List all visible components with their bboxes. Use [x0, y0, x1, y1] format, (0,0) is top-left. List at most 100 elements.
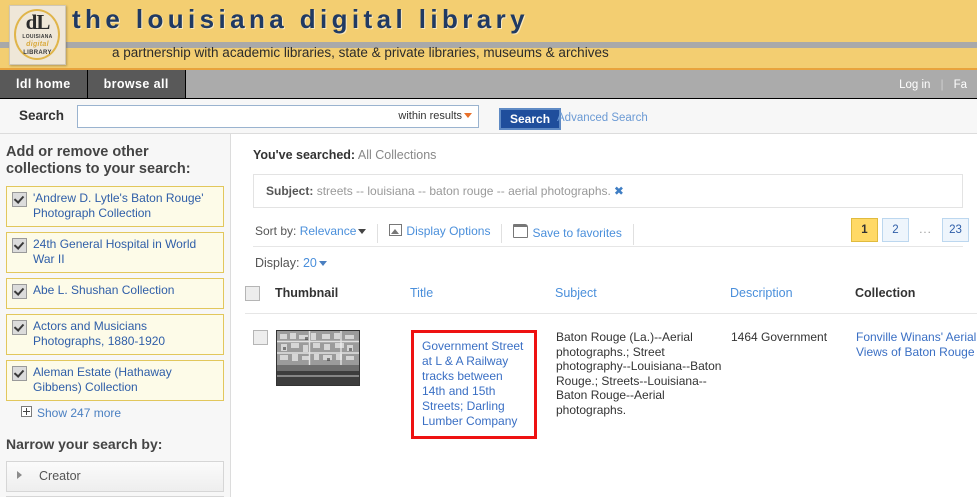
logo-text-digital: digital — [26, 41, 49, 48]
searched-value: All Collections — [357, 148, 437, 162]
select-all-checkbox[interactable] — [245, 286, 260, 301]
collection-checkbox[interactable] — [12, 238, 27, 253]
chevron-down-icon — [464, 113, 472, 118]
display-count-control: Display: 20 — [255, 256, 963, 270]
column-header-collection: Collection — [855, 286, 916, 300]
collection-checkbox[interactable] — [12, 366, 27, 381]
search-submit-wrapper: Search — [499, 108, 562, 130]
collection-item[interactable]: Abe L. Shushan Collection — [6, 278, 224, 309]
column-header-title[interactable]: Title — [410, 286, 555, 314]
page-button-1[interactable]: 1 — [851, 218, 878, 242]
facet-date[interactable]: Date — [6, 496, 224, 497]
filter-field-label: Subject: — [266, 184, 314, 198]
remove-filter-icon[interactable]: ✖ — [614, 184, 624, 198]
logo-text-louisiana: LOUISIANA — [22, 34, 53, 40]
chevron-right-icon — [17, 471, 22, 479]
collection-label: Abe L. Shushan Collection — [33, 283, 175, 297]
search-label: Search — [19, 108, 65, 123]
search-scope-dropdown[interactable]: within results — [398, 110, 472, 122]
primary-navigation: ldl home browse all Log in | Fa — [0, 68, 977, 99]
folder-icon — [513, 224, 529, 238]
chevron-down-icon — [358, 229, 367, 234]
row-collection-cell: Fonville Winans' Aerial Views of Baton R… — [855, 314, 977, 441]
nav-tab-ldl-home[interactable]: ldl home — [0, 70, 88, 98]
aerial-photo-image — [277, 331, 359, 385]
save-to-favorites-label[interactable]: Save to favorites — [532, 226, 621, 240]
logo-text-library: LIBRARY — [23, 50, 52, 56]
active-filter-chip: Subject: streets -- louisiana -- baton r… — [253, 174, 963, 208]
sidebar: Add or remove other collections to your … — [0, 134, 231, 497]
display-count-label: Display: — [255, 256, 300, 270]
show-more-collections-link[interactable]: Show 247 more — [21, 406, 230, 420]
facet-label: Creator — [39, 469, 81, 483]
save-to-favorites-control[interactable]: Save to favorites — [502, 224, 634, 245]
collection-checkbox[interactable] — [12, 192, 27, 207]
collection-item[interactable]: Actors and Musicians Photographs, 1880-1… — [6, 314, 224, 355]
result-thumbnail[interactable] — [276, 330, 360, 386]
page-button-23[interactable]: 23 — [942, 218, 969, 242]
pagination: 1 2... 23 — [847, 218, 969, 242]
site-tagline: a partnership with academic libraries, s… — [112, 45, 609, 60]
expand-plus-icon — [21, 406, 32, 417]
logo-monogram: dL — [25, 10, 51, 34]
collection-item[interactable]: 24th General Hospital in World War II — [6, 232, 224, 273]
table-row: Government Street at L & A Railway track… — [245, 314, 977, 441]
chevron-down-icon — [318, 261, 327, 266]
page-body: Add or remove other collections to your … — [0, 134, 977, 497]
site-banner: dL LOUISIANA digital LIBRARY the louisia… — [0, 0, 977, 68]
display-count-value[interactable]: 20 — [303, 256, 317, 270]
results-panel: You've searched: All Collections Subject… — [231, 134, 977, 497]
narrow-search-heading: Narrow your search by: — [6, 436, 163, 452]
search-input[interactable] — [82, 107, 326, 128]
collection-label: 'Andrew D. Lytle's Baton Rouge' Photogra… — [33, 191, 204, 220]
search-button[interactable]: Search — [499, 108, 562, 130]
display-options-label[interactable]: Display Options — [406, 224, 490, 238]
favorites-link[interactable]: Fa — [944, 79, 977, 91]
row-title-cell: Government Street at L & A Railway track… — [410, 314, 555, 441]
collection-label: 24th General Hospital in World War II — [33, 237, 197, 266]
nav-tab-browse-all[interactable]: browse all — [87, 70, 186, 98]
site-title: the louisiana digital library — [72, 4, 530, 34]
result-title-link[interactable]: Government Street at L & A Railway track… — [422, 339, 523, 428]
collection-item[interactable]: Aleman Estate (Hathaway Gibbens) Collect… — [6, 360, 224, 401]
collection-checkbox[interactable] — [12, 284, 27, 299]
searched-summary: You've searched: All Collections — [253, 148, 963, 162]
sort-by-value[interactable]: Relevance — [300, 224, 357, 238]
filter-value: streets -- louisiana -- baton rouge -- a… — [316, 184, 611, 198]
row-checkbox[interactable] — [253, 330, 268, 345]
search-input-wrapper: within results — [77, 105, 479, 128]
sidebar-collections-heading: Add or remove other collections to your … — [6, 144, 191, 177]
advanced-search-link[interactable]: Advanced Search — [557, 112, 648, 124]
display-options-control[interactable]: Display Options — [378, 224, 503, 243]
nav-account-area: Log in | Fa — [889, 70, 977, 98]
column-header-description[interactable]: Description — [730, 286, 855, 314]
search-bar: Search within results — [0, 99, 977, 134]
column-header-subject[interactable]: Subject — [555, 286, 730, 314]
column-header-subject-link[interactable]: Subject — [555, 286, 597, 300]
pagination-ellipsis: ... — [919, 224, 932, 236]
image-icon — [389, 224, 403, 236]
row-select-cell — [245, 314, 275, 441]
login-link[interactable]: Log in — [889, 79, 940, 91]
column-header-thumbnail: Thumbnail — [275, 286, 339, 300]
collection-label: Actors and Musicians Photographs, 1880-1… — [33, 319, 166, 348]
row-subject-cell: Baton Rouge (La.)--Aerial photographs.; … — [556, 330, 722, 417]
sort-by-control: Sort by: Relevance — [253, 224, 379, 243]
search-scope-label: within results — [398, 110, 462, 122]
column-header-title-link[interactable]: Title — [410, 286, 433, 300]
searched-label: You've searched: — [253, 148, 356, 162]
sort-by-label: Sort by: — [255, 224, 297, 238]
results-toolbar: Sort by: Relevance Display Options Save … — [253, 218, 969, 247]
annotation-highlight-box: Government Street at L & A Railway track… — [411, 330, 537, 439]
show-more-label: Show 247 more — [37, 406, 122, 420]
collection-item[interactable]: 'Andrew D. Lytle's Baton Rouge' Photogra… — [6, 186, 224, 227]
results-header-row: Thumbnail Title Subject Description Coll… — [245, 286, 977, 314]
column-header-description-link[interactable]: Description — [730, 286, 793, 300]
results-table: Thumbnail Title Subject Description Coll… — [245, 286, 977, 440]
facet-creator[interactable]: Creator — [6, 461, 224, 492]
collection-checkbox[interactable] — [12, 320, 27, 335]
site-logo[interactable]: dL LOUISIANA digital LIBRARY — [9, 5, 66, 65]
result-collection-link[interactable]: Fonville Winans' Aerial Views of Baton R… — [856, 330, 976, 359]
page-button-2[interactable]: 2 — [882, 218, 909, 242]
row-description-cell: 1464 Government — [731, 330, 828, 344]
